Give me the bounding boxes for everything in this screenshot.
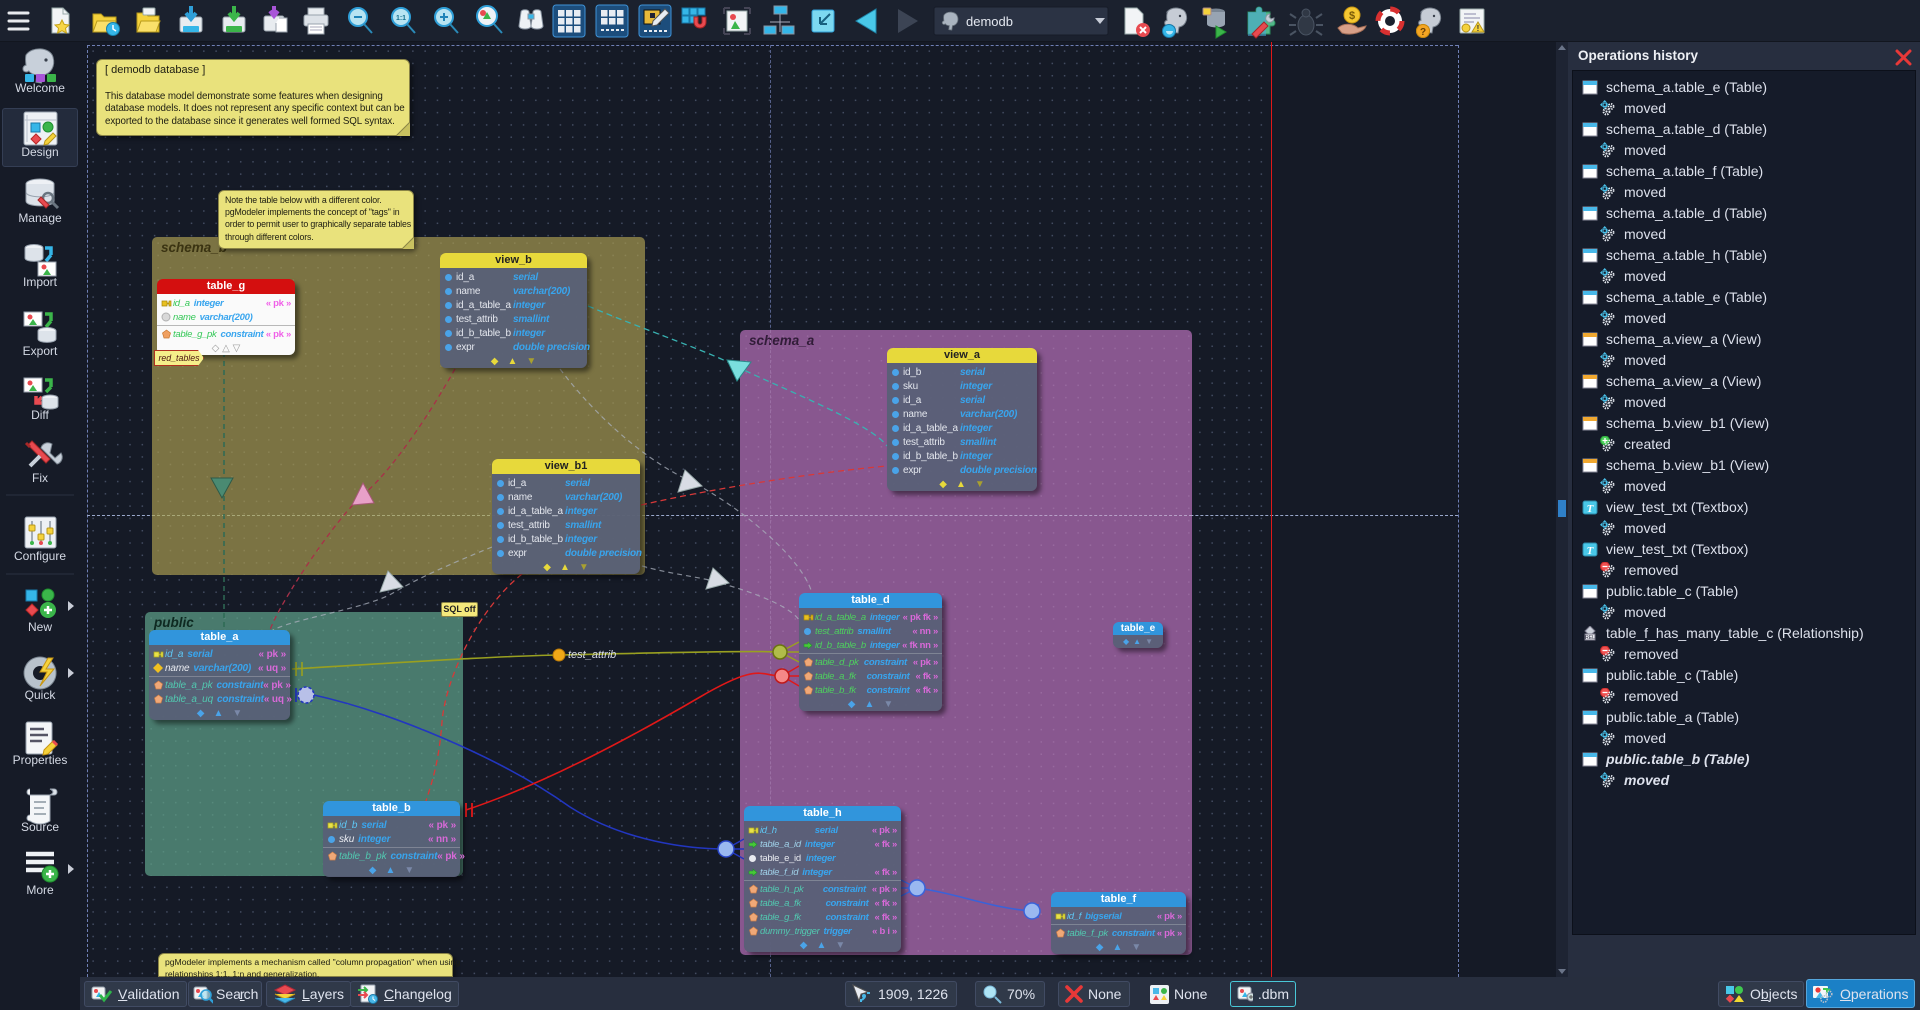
svg-text:1:1: 1:1 <box>396 15 406 22</box>
svg-text:!: ! <box>1477 24 1480 33</box>
svg-text:$: $ <box>1349 10 1355 22</box>
svg-text:REL: REL <box>1585 635 1595 641</box>
svg-text:demodb: demodb <box>966 14 1013 29</box>
svg-text:?: ? <box>1420 27 1426 38</box>
